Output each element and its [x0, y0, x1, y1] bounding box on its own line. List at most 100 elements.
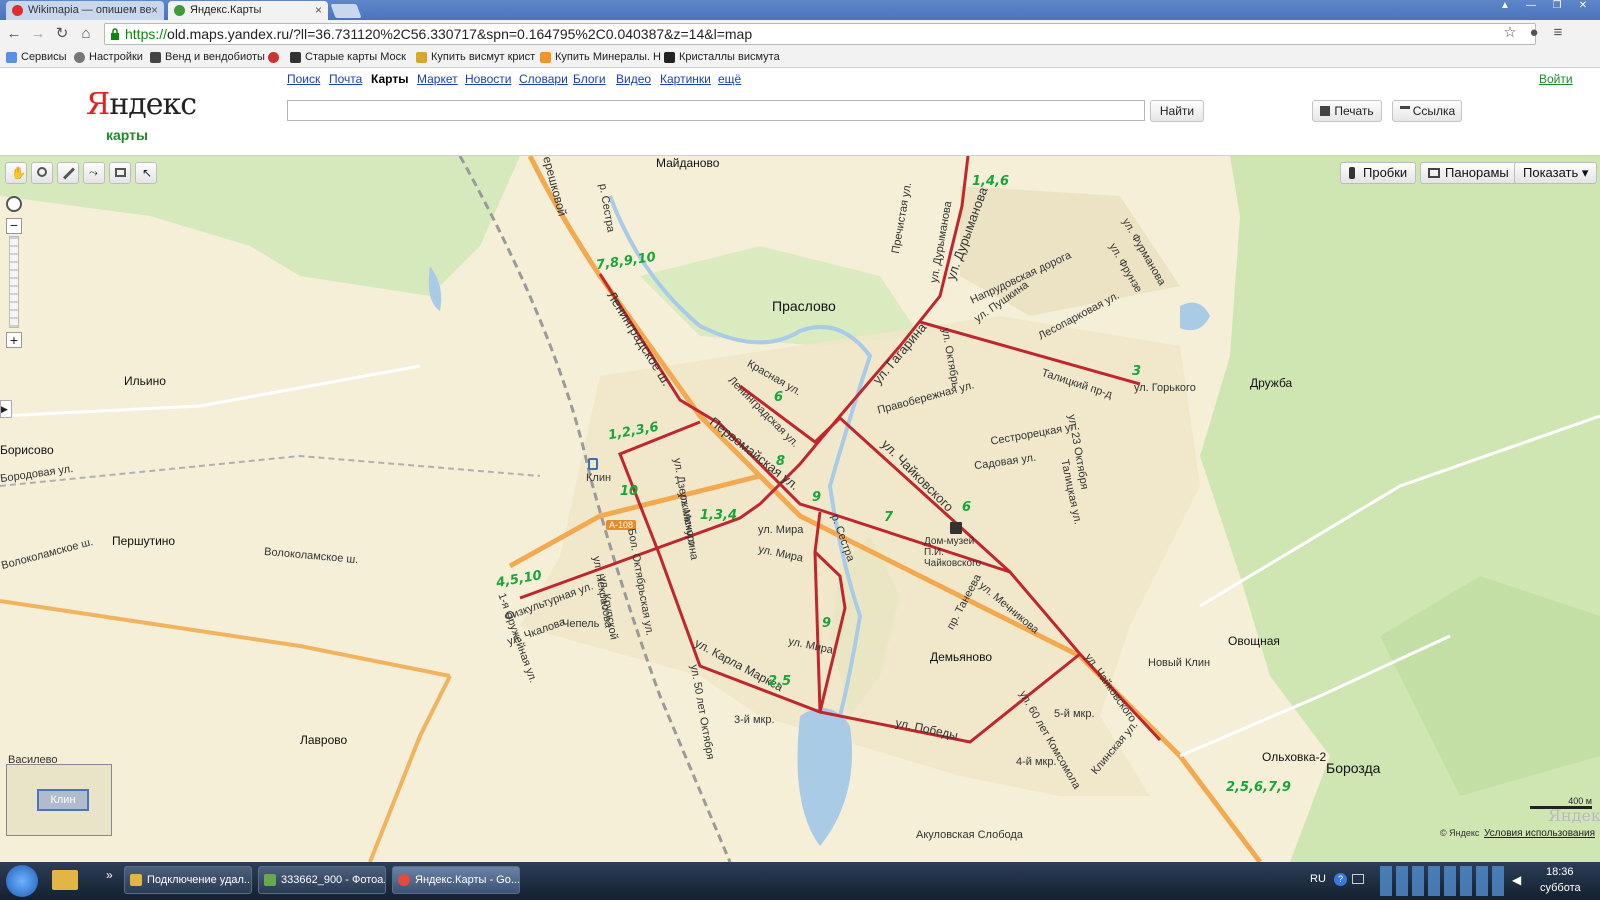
- service-market-link[interactable]: Маркет: [417, 72, 458, 86]
- service-blogs-link[interactable]: Блоги: [573, 72, 606, 86]
- route-annotation: 10: [620, 484, 639, 499]
- traffic-light-icon: [1349, 167, 1355, 179]
- service-mail-link[interactable]: Почта: [329, 72, 362, 86]
- route-annotation: 1,3,4: [700, 508, 738, 523]
- map-canvas[interactable]: Майданово Праслово Ильино Борисово Першу…: [0, 156, 1600, 862]
- reload-button[interactable]: ↻: [52, 24, 72, 44]
- close-icon[interactable]: ×: [151, 3, 158, 17]
- panoramas-button[interactable]: Панорамы: [1420, 162, 1518, 184]
- museum-icon[interactable]: [950, 522, 962, 534]
- yandex-header: Яндекс карты Поиск Почта Карты Маркет Но…: [0, 69, 1600, 156]
- quicklaunch-expand-icon[interactable]: »: [106, 868, 113, 882]
- service-images-link[interactable]: Картинки: [660, 72, 711, 86]
- language-indicator[interactable]: RU: [1310, 873, 1326, 885]
- close-icon[interactable]: ×: [315, 3, 322, 17]
- lock-icon: [111, 28, 119, 40]
- zoom-slider[interactable]: [9, 236, 19, 328]
- settlement-label: Борисово: [0, 443, 54, 457]
- service-dictionaries-link[interactable]: Словари: [519, 72, 568, 86]
- service-news-link[interactable]: Новости: [465, 72, 511, 86]
- street-label: ул. Горького: [1134, 382, 1196, 394]
- route-annotation: 1,4,6: [972, 174, 1010, 189]
- task-chrome[interactable]: Яндекс.Карты - Go...: [392, 866, 520, 894]
- service-search-link[interactable]: Поиск: [287, 72, 320, 86]
- overview-viewport[interactable]: Клин: [37, 789, 89, 811]
- task-photo[interactable]: 333662_900 - Фотоа...: [258, 866, 386, 894]
- settlement-label: Чепель: [562, 618, 600, 630]
- map-edit-tool-button[interactable]: [109, 162, 131, 184]
- panorama-icon: [1428, 168, 1440, 178]
- highway: [368, 675, 452, 862]
- user-icon[interactable]: ▲: [1494, 0, 1516, 14]
- overview-map[interactable]: Клин: [6, 764, 112, 836]
- pointer-icon: ↖: [142, 166, 153, 180]
- close-window-button[interactable]: ✕: [1572, 0, 1594, 14]
- hand-tool-button[interactable]: ✋: [5, 162, 27, 184]
- bookmark-bismuth-crystals[interactable]: Кристаллы висмута: [664, 51, 780, 63]
- address-bar[interactable]: https://old.maps.yandex.ru/?ll=36.731120…: [104, 23, 1536, 45]
- bookmark-services[interactable]: Сервисы: [6, 51, 67, 63]
- bookmark-old-maps[interactable]: Старые карты Моск: [290, 51, 406, 63]
- bookmark-bismuth-buy[interactable]: Купить висмут крист: [416, 51, 535, 63]
- bookmark-minerals[interactable]: Купить Минералы. Н: [540, 51, 661, 63]
- link-button[interactable]: Ссылка: [1392, 100, 1462, 122]
- museum-label: Дом-музей П.И. Чайковского: [924, 536, 982, 569]
- service-more-link[interactable]: ещё: [718, 72, 741, 86]
- lake: [797, 708, 852, 846]
- show-layers-button[interactable]: Показать ▾: [1514, 162, 1598, 184]
- help-icon[interactable]: ?: [1334, 873, 1347, 886]
- settlement-label: Новый Клин: [1148, 657, 1211, 669]
- tab-title: Яндекс.Карты: [190, 4, 262, 16]
- print-button[interactable]: Печать: [1312, 100, 1382, 122]
- gear-icon: [74, 52, 85, 63]
- zoom-in-button[interactable]: +: [6, 332, 22, 348]
- login-link[interactable]: Войти: [1539, 72, 1573, 86]
- tab-wikimapia[interactable]: Wikimapia — опишем ве ×: [6, 1, 164, 20]
- map-search-input[interactable]: [287, 100, 1145, 121]
- star-icon[interactable]: ☆: [1500, 23, 1520, 43]
- route-tool-button[interactable]: ⤳: [83, 162, 105, 184]
- back-button[interactable]: ←: [4, 24, 24, 44]
- ruler-tool-button[interactable]: [57, 162, 79, 184]
- expand-panel-icon[interactable]: ▶: [0, 400, 12, 418]
- service-maps-current: Карты: [371, 72, 409, 86]
- highway: [0, 599, 451, 678]
- tab-yandex-maps[interactable]: Яндекс.Карты ×: [168, 1, 328, 20]
- maximize-button[interactable]: ❐: [1546, 0, 1568, 14]
- tray-icons[interactable]: [1380, 866, 1506, 896]
- locate-icon[interactable]: [6, 196, 22, 212]
- service-video-link[interactable]: Видео: [616, 72, 651, 86]
- bookmarks-bar: Сервисы Настройки Венд и вендобиоты Стар…: [0, 48, 1600, 68]
- settlement-label: Акуловская Слобода: [916, 829, 1023, 841]
- yandex-watermark: Яндекс: [1548, 806, 1600, 825]
- home-button[interactable]: ⌂: [76, 24, 96, 44]
- windows-taskbar: » Подключение удал... 333662_900 - Фотоа…: [0, 862, 1600, 900]
- keyboard-icon[interactable]: [1352, 874, 1364, 884]
- minimize-button[interactable]: —: [1520, 0, 1542, 14]
- new-tab-button[interactable]: [330, 4, 362, 18]
- explorer-icon[interactable]: [52, 870, 78, 890]
- magnifier-tool-button[interactable]: [31, 162, 53, 184]
- clock-time[interactable]: 18:36: [1546, 866, 1574, 878]
- find-button[interactable]: Найти: [1150, 100, 1204, 122]
- incognito-icon[interactable]: ●: [1524, 23, 1544, 43]
- route-annotation: 2,5: [768, 674, 792, 689]
- menu-icon[interactable]: ≡: [1548, 23, 1568, 43]
- yandex-logo[interactable]: Яндекс: [86, 87, 197, 122]
- route-annotation: 6: [962, 500, 972, 515]
- start-button[interactable]: [6, 865, 38, 897]
- route-annotation: 9: [812, 490, 822, 505]
- pointer-tool-button[interactable]: ↖: [135, 162, 157, 184]
- terms-link[interactable]: Условия использования: [1484, 828, 1595, 839]
- bookmark-vend[interactable]: Венд и вендобиоты: [150, 51, 265, 63]
- figure-icon: [150, 52, 161, 63]
- forward-button[interactable]: →: [28, 24, 48, 44]
- train-station-icon[interactable]: [588, 458, 598, 470]
- traffic-button[interactable]: Пробки: [1340, 162, 1417, 184]
- settlement-label: Дружба: [1250, 376, 1293, 390]
- zoom-out-button[interactable]: −: [6, 218, 22, 234]
- lake: [1180, 302, 1210, 331]
- bookmark-settings[interactable]: Настройки: [74, 51, 143, 63]
- task-remote-connection[interactable]: Подключение удал...: [124, 866, 252, 894]
- volume-icon[interactable]: ◀: [1512, 873, 1521, 887]
